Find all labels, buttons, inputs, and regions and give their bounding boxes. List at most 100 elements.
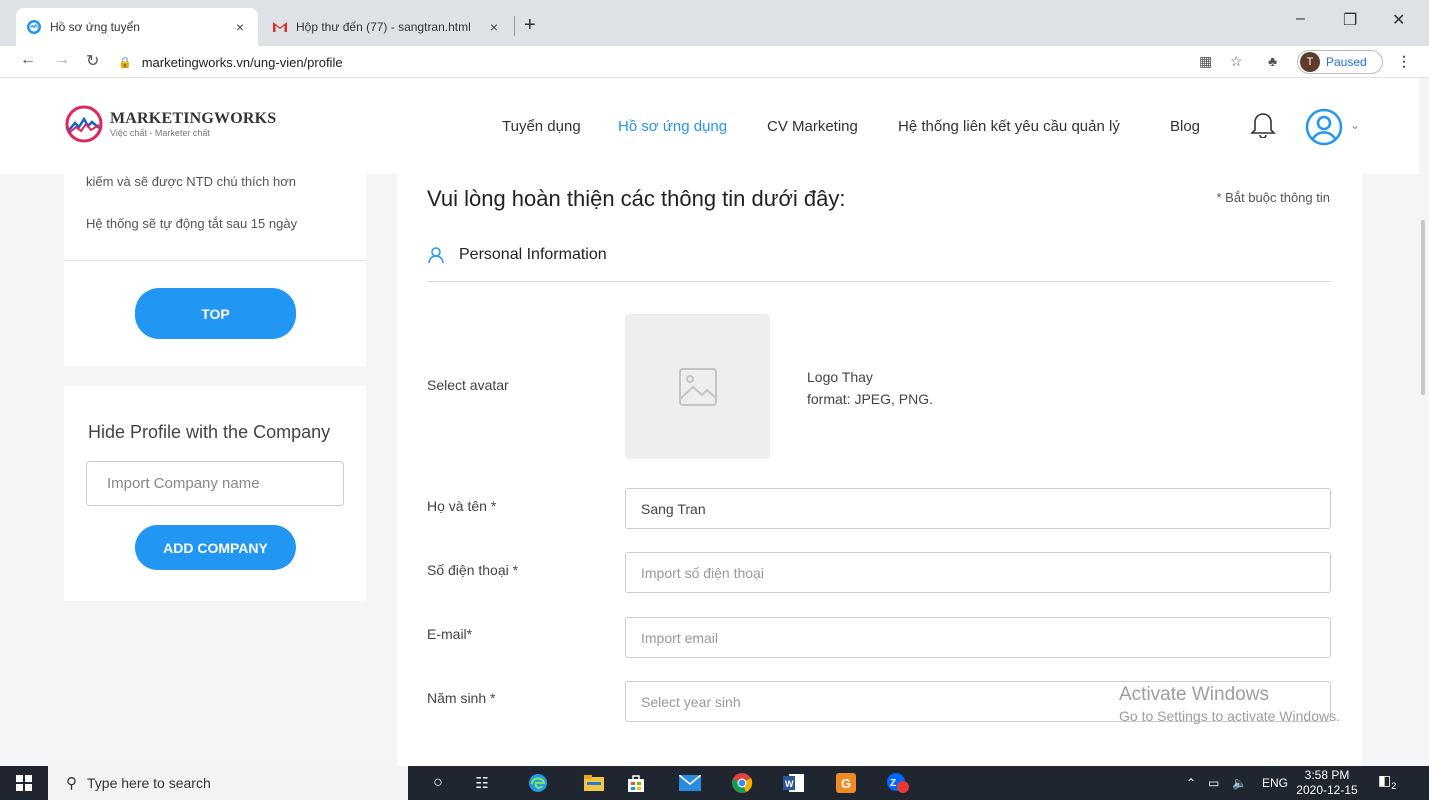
- bookmark-star-icon[interactable]: ☆: [1230, 53, 1243, 70]
- tab-divider: [514, 16, 515, 36]
- reload-icon[interactable]: ↻: [86, 51, 99, 71]
- notification-count: 2: [1391, 780, 1397, 791]
- person-icon: [428, 247, 444, 264]
- hide-profile-card: Hide Profile with the Company Import Com…: [64, 386, 366, 601]
- close-tab-icon[interactable]: ×: [232, 19, 248, 35]
- birth-year-label: Năm sinh *: [427, 690, 496, 706]
- show-hidden-icons-icon[interactable]: ⌃: [1186, 776, 1196, 790]
- profile-form: Vui lòng hoàn thiện các thông tin dưới đ…: [397, 174, 1362, 766]
- volume-icon[interactable]: 🔈: [1232, 776, 1247, 790]
- menu-kebab-icon[interactable]: ⋮: [1397, 53, 1411, 70]
- watermark-title: Activate Windows: [1119, 684, 1269, 705]
- word-icon[interactable]: W: [782, 771, 806, 795]
- url-text: marketingworks.vn/ung-vien/profile: [141, 54, 343, 70]
- tab-title: Hộp thư đến (77) - sangtran.html: [296, 20, 471, 34]
- tab-gmail[interactable]: Hộp thư đến (77) - sangtran.html ×: [262, 8, 512, 46]
- avatar-upload[interactable]: [625, 314, 770, 459]
- site-logo[interactable]: MARKETINGWORKS Việc chất - Marketer chất: [64, 104, 276, 144]
- address-bar[interactable]: 🔒 marketingworks.vn/ung-vien/profile: [118, 49, 1258, 75]
- email-label: E-mail*: [427, 626, 473, 642]
- email-field[interactable]: Import email: [625, 617, 1331, 658]
- back-icon[interactable]: ←: [20, 51, 36, 69]
- page-scrollbar[interactable]: [1419, 78, 1429, 766]
- scrollbar-thumb[interactable]: [1421, 220, 1425, 395]
- user-account-icon[interactable]: [1305, 108, 1343, 146]
- system-clock[interactable]: 3:58 PM 2020-12-15: [1296, 768, 1358, 798]
- svg-text:Z: Z: [890, 778, 896, 789]
- nav-blog[interactable]: Blog: [1170, 118, 1200, 135]
- browser-tab-bar: Hồ sơ ứng tuyển × Hộp thư đến (77) - san…: [0, 0, 1429, 46]
- page-title: Vui lòng hoàn thiện các thông tin dưới đ…: [427, 186, 846, 211]
- windows-start-icon[interactable]: [16, 775, 32, 791]
- company-name-input[interactable]: Import Company name: [86, 461, 344, 506]
- windows-taskbar: ⚲ Type here to search ○ ☷ W G Z ⌃ ▭ 🔈 EN…: [0, 766, 1429, 800]
- clock-date: 2020-12-15: [1296, 783, 1358, 797]
- top-button[interactable]: TOP: [135, 288, 296, 339]
- lock-icon: 🔒: [118, 56, 132, 69]
- nav-cv-marketing[interactable]: CV Marketing: [767, 118, 858, 135]
- nav-ho-so-ung-dung[interactable]: Hồ sơ ứng dụng: [618, 118, 727, 135]
- divider: [64, 260, 366, 261]
- pdf-app-icon[interactable]: G: [834, 771, 858, 795]
- gmail-icon: [272, 19, 288, 35]
- sidebar-auto-off-text: Hệ thống sẽ tự động tắt sau 15 ngày: [86, 216, 298, 231]
- svg-text:G: G: [841, 776, 851, 791]
- clock-time: 3:58 PM: [1304, 768, 1350, 782]
- brand-name: MARKETINGWORKS: [110, 110, 277, 127]
- nav-tuyen-dung[interactable]: Tuyển dụng: [502, 118, 581, 135]
- phone-label: Số điện thoại *: [427, 562, 519, 578]
- search-placeholder: Type here to search: [87, 775, 211, 791]
- cortana-icon[interactable]: ○: [426, 771, 450, 795]
- avatar: T: [1300, 52, 1320, 72]
- nav-he-thong-lien-ket[interactable]: Hệ thống liên kết yêu cầu quản lý: [898, 118, 1120, 135]
- task-view-icon[interactable]: ☷: [470, 771, 494, 795]
- full-name-field[interactable]: Sang Tran: [625, 488, 1331, 529]
- name-label: Họ và tên *: [427, 498, 497, 514]
- site-favicon-icon: [26, 19, 42, 35]
- store-icon[interactable]: [624, 771, 648, 795]
- site-header: MARKETINGWORKS Việc chất - Marketer chất…: [0, 78, 1429, 174]
- tab-title: Hồ sơ ứng tuyển: [50, 20, 140, 34]
- edge-icon[interactable]: [526, 771, 550, 795]
- image-placeholder-icon: [678, 367, 717, 406]
- hide-profile-title: Hide Profile with the Company: [88, 422, 331, 442]
- phone-field[interactable]: Import số điện thoại: [625, 552, 1331, 593]
- close-window-icon[interactable]: ✕: [1392, 10, 1405, 30]
- profile-status: Paused: [1326, 55, 1367, 69]
- extensions-icon[interactable]: ♣: [1268, 53, 1277, 69]
- profile-button[interactable]: T Paused: [1297, 50, 1383, 74]
- network-icon[interactable]: ▭: [1208, 776, 1219, 790]
- tab-profile[interactable]: Hồ sơ ứng tuyển ×: [16, 8, 258, 46]
- translate-icon[interactable]: ▦: [1199, 53, 1212, 70]
- required-note: * Bắt buộc thông tin: [1216, 190, 1330, 205]
- logo-note-format: format: JPEG, PNG.: [807, 391, 934, 407]
- taskbar-search[interactable]: ⚲ Type here to search: [48, 766, 408, 800]
- add-company-button[interactable]: ADD COMPANY: [135, 525, 296, 570]
- browser-toolbar: ← → ↻ 🔒 marketingworks.vn/ung-vien/profi…: [0, 46, 1429, 78]
- section-divider: [427, 281, 1331, 282]
- mail-icon[interactable]: [678, 771, 702, 795]
- section-header: Personal Information: [427, 246, 607, 264]
- sidebar-profile-card: kiếm và sẽ được NTD chú thích hơn Hệ thố…: [64, 174, 366, 366]
- notification-center-icon[interactable]: ◧2: [1378, 772, 1396, 791]
- logo-note-title: Logo Thay: [807, 369, 873, 385]
- logo-mark-icon: [65, 105, 103, 143]
- svg-text:W: W: [785, 779, 794, 789]
- zalo-icon[interactable]: Z: [886, 771, 910, 795]
- restore-icon[interactable]: ❐: [1343, 10, 1357, 30]
- forward-icon[interactable]: →: [54, 51, 70, 69]
- language-indicator[interactable]: ENG: [1262, 776, 1288, 790]
- logo-format-note: Logo Thay format: JPEG, PNG.: [807, 366, 933, 410]
- chrome-icon[interactable]: [730, 771, 754, 795]
- close-tab-icon[interactable]: ×: [486, 19, 502, 35]
- search-icon: ⚲: [66, 775, 77, 792]
- avatar-label: Select avatar: [427, 377, 509, 393]
- minimize-icon[interactable]: –: [1296, 10, 1305, 28]
- file-explorer-icon[interactable]: [582, 771, 606, 795]
- sidebar-info-text: kiếm và sẽ được NTD chú thích hơn: [86, 174, 296, 189]
- section-title: Personal Information: [459, 246, 607, 263]
- new-tab-button[interactable]: +: [524, 14, 536, 37]
- chevron-down-icon[interactable]: ⌄: [1350, 118, 1360, 132]
- watermark-subtitle: Go to Settings to activate Windows.: [1119, 708, 1340, 724]
- notification-bell-icon[interactable]: [1250, 110, 1276, 138]
